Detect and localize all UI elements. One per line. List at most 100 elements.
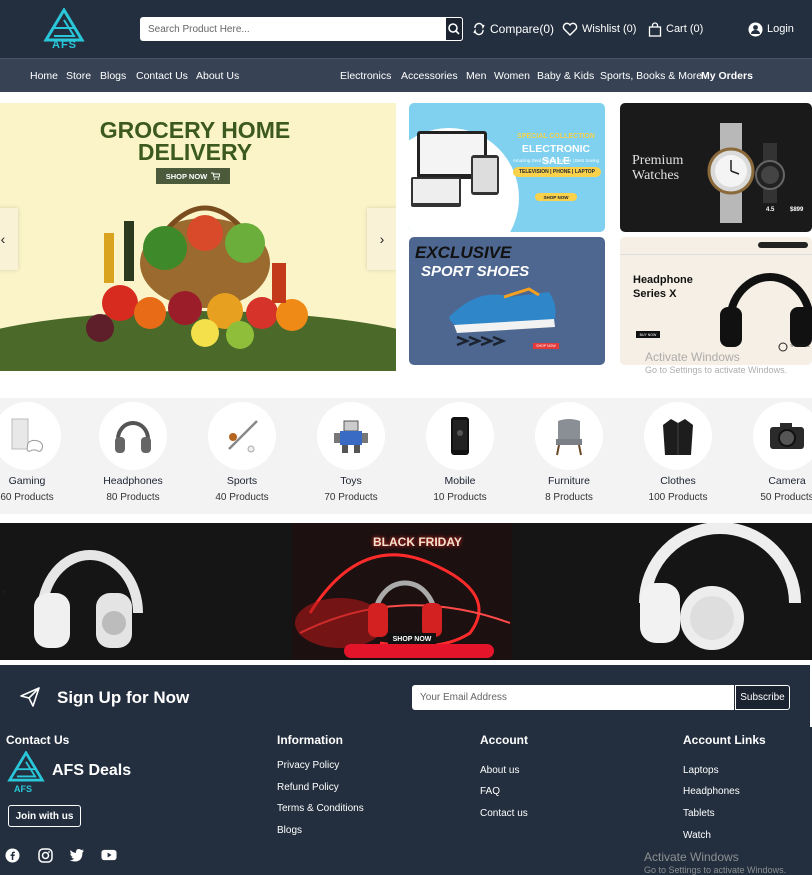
game-console-icon — [11, 418, 43, 452]
categories-strip: Gaming 60 Products Headphones 80 Product… — [0, 398, 812, 514]
nav-accessories[interactable]: Accessories — [401, 70, 458, 82]
nav-my-orders[interactable]: My Orders — [701, 70, 753, 82]
login-link[interactable]: Login — [748, 20, 794, 38]
category-gaming-image — [0, 402, 61, 470]
nav-about-us[interactable]: About Us — [196, 70, 239, 82]
footer-link-refund-policy[interactable]: Refund Policy — [277, 782, 339, 793]
footer-link-blogs[interactable]: Blogs — [277, 825, 302, 836]
footer-link-faq[interactable]: FAQ — [480, 786, 500, 797]
footer-link-headphones[interactable]: Headphones — [683, 786, 740, 797]
subscribe-button[interactable]: Subscribe — [735, 685, 790, 710]
compare-link[interactable]: Compare(0) — [472, 20, 554, 38]
hero-carousel[interactable]: GROCERY HOME DELIVERY SHOP NOW ‹ › — [0, 103, 396, 371]
category-furniture[interactable]: Furniture 8 Products — [517, 402, 621, 503]
category-name: Gaming — [8, 475, 46, 487]
electronic-tagline: Amazing Deal | Great Brands | Best Savin… — [512, 158, 600, 163]
top-header: AFS Compare(0) Wishlist (0) Cart (0) — [0, 0, 812, 58]
shoes-shop-now[interactable]: SHOP NOW — [533, 343, 559, 349]
join-with-us-button[interactable]: Join with us — [8, 805, 81, 827]
shopping-bag-icon — [648, 21, 662, 37]
footer-link-privacy-policy[interactable]: Privacy Policy — [277, 760, 339, 771]
camera-icon — [770, 423, 804, 449]
black-friday-banner[interactable]: BLACK FRIDAY SHOP NOW ‹ › — [0, 523, 812, 660]
nav-men[interactable]: Men — [466, 70, 486, 82]
footer-link-about-us[interactable]: About us — [480, 765, 519, 776]
nav-blogs[interactable]: Blogs — [100, 70, 126, 82]
hero-prev-button[interactable]: ‹ — [0, 208, 18, 270]
twitter-link[interactable] — [69, 847, 85, 863]
nav-contact-us[interactable]: Contact Us — [136, 70, 188, 82]
watches-rating: 4.5 — [766, 207, 775, 213]
footer-account-heading: Account — [480, 733, 528, 747]
category-count: 80 Products — [106, 492, 160, 503]
watches-price: $899 — [790, 207, 804, 213]
nav-sports-books[interactable]: Sports, Books & More — [600, 70, 702, 82]
black-friday-title: BLACK FRIDAY — [373, 535, 462, 549]
search-bar — [140, 17, 463, 41]
hero-next-button[interactable]: › — [367, 208, 396, 270]
footer-link-terms[interactable]: Terms & Conditions — [277, 803, 364, 814]
wishlist-label: Wishlist (0) — [582, 23, 637, 35]
paper-plane-icon — [20, 687, 40, 707]
footer-link-tablets[interactable]: Tablets — [683, 808, 715, 819]
search-input[interactable] — [140, 17, 444, 41]
category-toys[interactable]: Toys 70 Products — [299, 402, 403, 503]
electronic-shop-now[interactable]: SHOP NOW — [535, 193, 577, 201]
category-toys-image — [317, 402, 385, 470]
wishlist-link[interactable]: Wishlist (0) — [562, 20, 636, 38]
headphone-series-banner[interactable]: Headphone Series X BUY NOW THE DETAIL — [620, 237, 812, 365]
main-navigation: Home Store Blogs Contact Us About Us Ele… — [0, 58, 812, 92]
nav-home[interactable]: Home — [30, 70, 58, 82]
footer-link-contact-us[interactable]: Contact us — [480, 808, 528, 819]
cart-link[interactable]: Cart (0) — [648, 20, 703, 38]
footer-activate-windows-title: Activate Windows — [644, 850, 739, 864]
category-clothes[interactable]: Clothes 100 Products — [626, 402, 730, 503]
category-mobile[interactable]: Mobile 10 Products — [408, 402, 512, 503]
black-friday-prev-icon[interactable]: ‹ — [2, 585, 6, 599]
category-headphones-image — [99, 402, 167, 470]
electronic-tags: TELEVISION | PHONE | LAPTOP — [513, 167, 601, 177]
footer-information-heading: Information — [277, 733, 343, 747]
nav-store[interactable]: Store — [66, 70, 91, 82]
nav-baby-kids[interactable]: Baby & Kids — [537, 70, 594, 82]
electronic-sale-banner[interactable]: SPECIAL COLLECTION ELECTRONIC SALE Amazi… — [409, 103, 605, 232]
signup-title: Sign Up for Now — [57, 688, 190, 707]
category-clothes-image — [644, 402, 712, 470]
sport-shoe-illustration — [449, 287, 556, 347]
compare-icon — [473, 22, 485, 36]
watch-illustration — [707, 123, 785, 223]
footer-link-watch[interactable]: Watch — [683, 830, 711, 841]
category-camera-image — [753, 402, 812, 470]
activate-windows-subtitle: Go to Settings to activate Windows. — [645, 365, 788, 375]
category-camera[interactable]: Camera 50 Products — [735, 402, 812, 503]
footer-contact-heading: Contact Us — [6, 733, 70, 747]
headphone-video-label: THE DETAIL — [790, 344, 810, 348]
category-count: 50 Products — [760, 492, 812, 503]
logo-text: AFS — [52, 39, 77, 51]
category-sports-image — [208, 402, 276, 470]
footer-logo-text: AFS — [14, 784, 32, 794]
category-headphones[interactable]: Headphones 80 Products — [81, 402, 185, 503]
category-mobile-image — [426, 402, 494, 470]
chair-icon — [556, 419, 582, 456]
footer-link-laptops[interactable]: Laptops — [683, 765, 719, 776]
black-friday-next-icon[interactable]: › — [802, 585, 806, 599]
youtube-link[interactable] — [101, 847, 117, 863]
nav-electronics[interactable]: Electronics — [340, 70, 391, 82]
category-name: Clothes — [660, 475, 696, 487]
sport-shoes-banner[interactable]: EXCLUSIVE SPORT SHOES SHOP NOW — [409, 237, 605, 365]
category-gaming[interactable]: Gaming 60 Products — [0, 402, 79, 503]
premium-watches-banner[interactable]: Premium Watches 4.5 $899 — [620, 103, 812, 232]
email-input[interactable] — [412, 685, 734, 710]
category-sports[interactable]: Sports 40 Products — [190, 402, 294, 503]
category-count: 40 Products — [215, 492, 269, 503]
user-icon — [748, 22, 763, 36]
instagram-link[interactable] — [37, 847, 53, 863]
footer-activate-windows-subtitle: Go to Settings to activate Windows. — [644, 865, 787, 875]
search-button[interactable] — [445, 17, 463, 41]
category-furniture-image — [535, 402, 603, 470]
nav-women[interactable]: Women — [494, 70, 530, 82]
facebook-link[interactable] — [4, 847, 20, 863]
toy-robot-icon — [334, 420, 368, 453]
heart-icon — [562, 22, 578, 36]
